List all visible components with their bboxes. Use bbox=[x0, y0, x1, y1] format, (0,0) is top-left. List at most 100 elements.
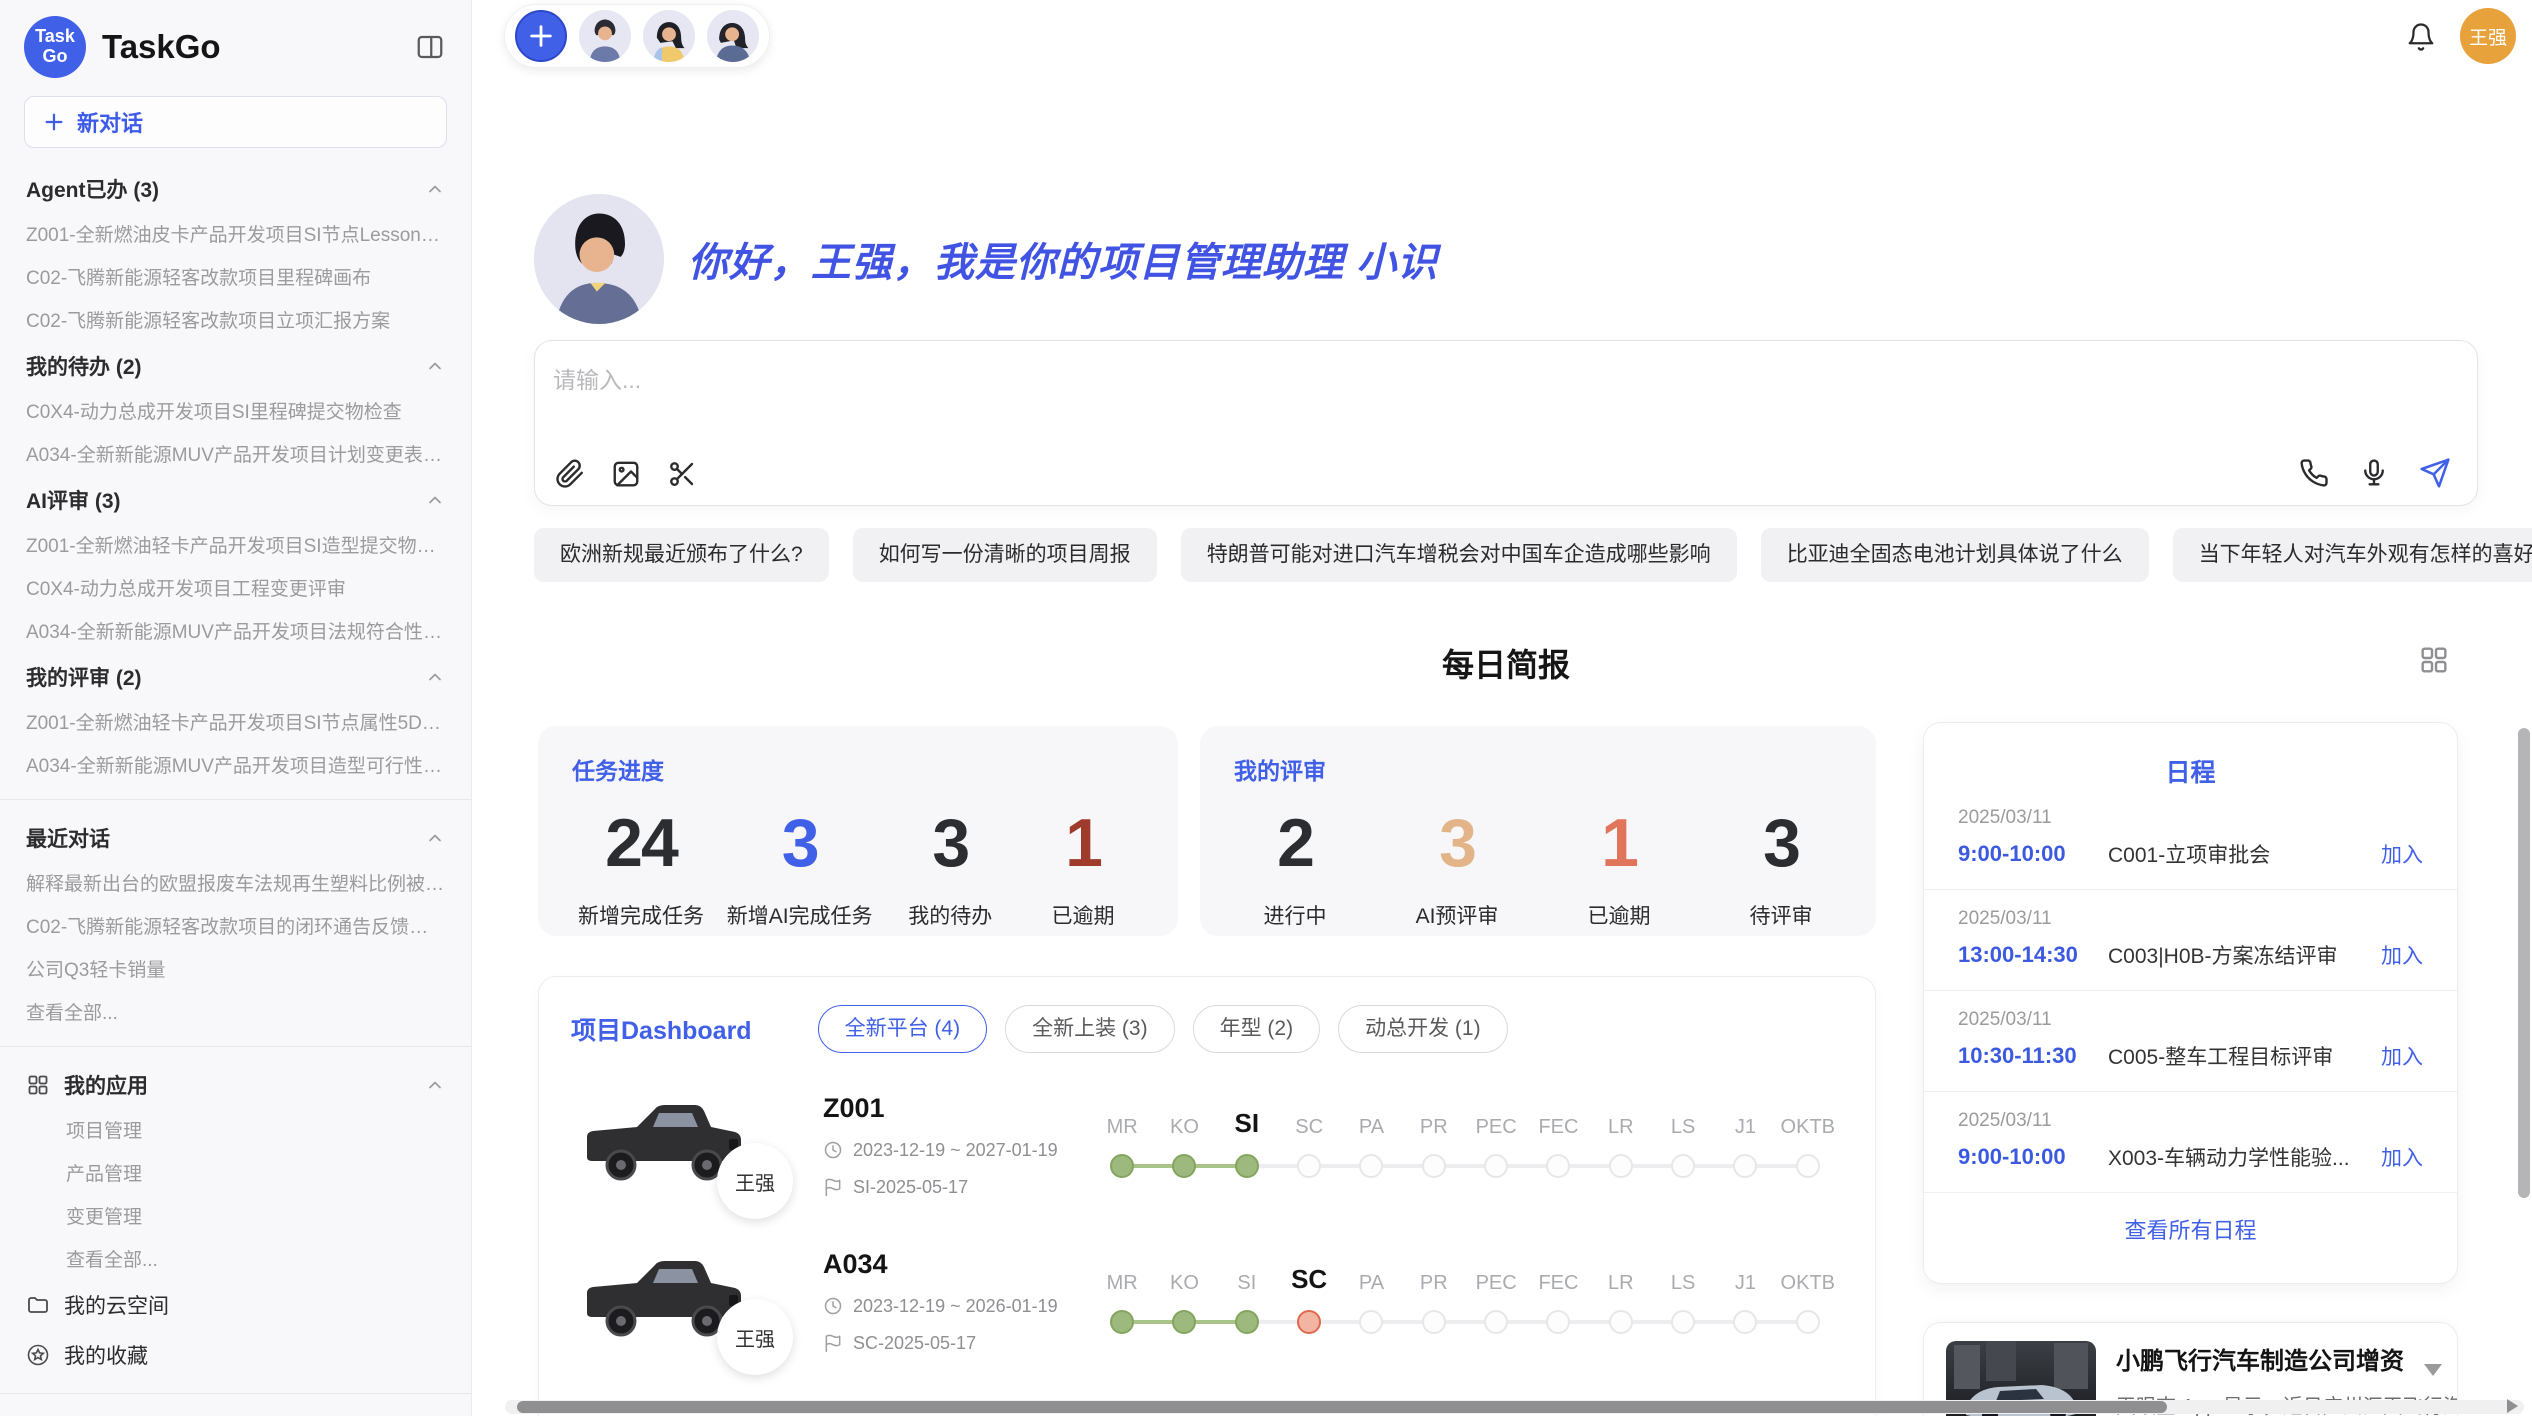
join-link[interactable]: 加入 bbox=[2381, 940, 2423, 970]
user-avatar[interactable]: 王强 bbox=[2460, 8, 2516, 64]
view-all-schedule-link[interactable]: 查看所有日程 bbox=[1924, 1213, 2457, 1245]
sidebar-task-item[interactable]: A034-全新新能源MUV产品开发项目造型可行性评审 bbox=[0, 743, 471, 786]
recent-chat-item[interactable]: 公司Q3轻卡销量 bbox=[0, 947, 471, 990]
milestone-node-KO[interactable] bbox=[1172, 1154, 1196, 1178]
recent-chat-item[interactable]: 查看全部... bbox=[0, 990, 471, 1033]
milestone-node-FEC[interactable] bbox=[1546, 1310, 1570, 1334]
sidebar-task-item[interactable]: Z001-全新燃油轻卡产品开发项目SI节点属性5D文件评审 bbox=[0, 700, 471, 743]
app-logo[interactable]: Task Go bbox=[24, 16, 86, 78]
chevron-up-icon[interactable] bbox=[425, 828, 445, 848]
join-link[interactable]: 加入 bbox=[2381, 1142, 2423, 1172]
sidebar-group-header: 我的待办 (2) bbox=[0, 341, 471, 389]
recent-chat-item[interactable]: C02-飞腾新能源轻客改款项目的闭环通告反馈情况 bbox=[0, 904, 471, 947]
milestone-node-OKTB[interactable] bbox=[1796, 1154, 1820, 1178]
app-item[interactable]: 产品管理 bbox=[0, 1151, 471, 1194]
schedule-event[interactable]: 2025/03/119:00-10:00X003-车辆动力学性能验...加入 bbox=[1924, 1092, 2457, 1193]
app-item[interactable]: 查看全部... bbox=[0, 1237, 471, 1280]
scroll-down-arrow[interactable] bbox=[2424, 1364, 2442, 1376]
milestone-node-MR[interactable] bbox=[1110, 1154, 1134, 1178]
milestone-node-LS[interactable] bbox=[1671, 1310, 1695, 1334]
dashboard-tab[interactable]: 全新平台 (4) bbox=[818, 1005, 988, 1053]
milestone-node-KO[interactable] bbox=[1172, 1310, 1196, 1334]
sidebar-task-item[interactable]: C02-飞腾新能源轻客改款项目里程碑画布 bbox=[0, 255, 471, 298]
project-code[interactable]: Z001 bbox=[823, 1093, 1063, 1124]
new-chat-button[interactable]: 新对话 bbox=[24, 96, 447, 148]
agent-avatar-1[interactable] bbox=[579, 10, 631, 62]
chevron-up-icon[interactable] bbox=[425, 356, 445, 376]
event-time: 9:00-10:00 bbox=[1958, 1144, 2108, 1170]
milestone-node-SI[interactable] bbox=[1235, 1310, 1259, 1334]
briefing-layout-icon[interactable] bbox=[2418, 644, 2450, 676]
event-row: 9:00-10:00X003-车辆动力学性能验...加入 bbox=[1958, 1142, 2423, 1172]
suggestion-chip[interactable]: 欧洲新规最近颁布了什么? bbox=[534, 528, 829, 582]
suggestion-chip[interactable]: 特朗普可能对进口汽车增税会对中国车企造成哪些影响 bbox=[1181, 528, 1737, 582]
milestone-node-PEC[interactable] bbox=[1484, 1310, 1508, 1334]
notifications-bell-icon[interactable] bbox=[2406, 22, 2436, 52]
sidebar-task-item[interactable]: A034-全新新能源MUV产品开发项目法规符合性评审 bbox=[0, 609, 471, 652]
apps-grid-icon bbox=[26, 1073, 50, 1097]
sidebar-shortcuts: 我的云空间我的收藏 bbox=[0, 1280, 471, 1380]
sidebar-task-item[interactable]: C0X4-动力总成开发项目SI里程碑提交物检查 bbox=[0, 389, 471, 432]
milestone-node-SC[interactable] bbox=[1297, 1154, 1321, 1178]
sidebar-collapse-icon[interactable] bbox=[413, 30, 447, 64]
scissors-icon[interactable] bbox=[667, 459, 697, 489]
send-icon[interactable] bbox=[2419, 457, 2451, 489]
milestone-node-LR[interactable] bbox=[1609, 1310, 1633, 1334]
app-item[interactable]: 项目管理 bbox=[0, 1108, 471, 1151]
recent-chat-item[interactable]: 解释最新出台的欧盟报废车法规再生塑料比例被调至15%... bbox=[0, 861, 471, 904]
suggestion-chip[interactable]: 比亚迪全固态电池计划具体说了什么 bbox=[1761, 528, 2149, 582]
milestone-node-PEC[interactable] bbox=[1484, 1154, 1508, 1178]
milestone-node-MR[interactable] bbox=[1110, 1310, 1134, 1334]
milestone-node-PR[interactable] bbox=[1422, 1310, 1446, 1334]
milestone-node-OKTB[interactable] bbox=[1796, 1310, 1820, 1334]
milestone-node-SC[interactable] bbox=[1297, 1310, 1321, 1334]
agent-avatar-2[interactable] bbox=[643, 10, 695, 62]
chat-input[interactable] bbox=[553, 355, 2459, 405]
milestone-node-LR[interactable] bbox=[1609, 1154, 1633, 1178]
sidebar-item-AI超级员工[interactable]: AI超级员工 bbox=[0, 1407, 471, 1416]
milestone-node-J1[interactable] bbox=[1733, 1310, 1757, 1334]
timeline-track bbox=[1091, 1303, 1839, 1341]
schedule-event[interactable]: 2025/03/1110:30-11:30C005-整车工程目标评审加入 bbox=[1924, 991, 2457, 1092]
sidebar-task-item[interactable]: C0X4-动力总成开发项目工程变更评审 bbox=[0, 566, 471, 609]
dashboard-tab[interactable]: 全新上装 (3) bbox=[1005, 1005, 1175, 1053]
milestone-node-FEC[interactable] bbox=[1546, 1154, 1570, 1178]
sidebar-task-item[interactable]: C02-飞腾新能源轻客改款项目立项汇报方案 bbox=[0, 298, 471, 341]
image-icon[interactable] bbox=[611, 459, 641, 489]
milestone-node-J1[interactable] bbox=[1733, 1154, 1757, 1178]
suggestion-chip[interactable]: 如何写一份清晰的项目周报 bbox=[853, 528, 1157, 582]
milestone-node-SI[interactable] bbox=[1235, 1154, 1259, 1178]
milestone-node-PR[interactable] bbox=[1422, 1154, 1446, 1178]
attachment-icon[interactable] bbox=[555, 459, 585, 489]
chevron-up-icon[interactable] bbox=[425, 667, 445, 687]
agent-avatar-3[interactable] bbox=[707, 10, 759, 62]
chevron-up-icon[interactable] bbox=[425, 490, 445, 510]
scroll-right-arrow[interactable] bbox=[2507, 1399, 2518, 1413]
sidebar-task-item[interactable]: Z001-全新燃油轻卡产品开发项目SI造型提交物评审 bbox=[0, 523, 471, 566]
project-code[interactable]: A034 bbox=[823, 1249, 1063, 1280]
milestone-node-PA[interactable] bbox=[1359, 1154, 1383, 1178]
join-link[interactable]: 加入 bbox=[2381, 1041, 2423, 1071]
app-item[interactable]: 变更管理 bbox=[0, 1194, 471, 1237]
event-date: 2025/03/11 bbox=[1958, 908, 2423, 930]
sidebar-task-item[interactable]: Z001-全新燃油皮卡产品开发项目SI节点Lesson Learn报告 bbox=[0, 212, 471, 255]
microphone-icon[interactable] bbox=[2359, 458, 2389, 488]
add-session-button[interactable] bbox=[515, 10, 567, 62]
horizontal-scrollbar-thumb[interactable] bbox=[517, 1401, 2167, 1413]
sidebar-item-我的收藏[interactable]: 我的收藏 bbox=[0, 1330, 471, 1380]
dashboard-tab[interactable]: 年型 (2) bbox=[1193, 1005, 1321, 1053]
milestone-node-LS[interactable] bbox=[1671, 1154, 1695, 1178]
chevron-up-icon[interactable] bbox=[425, 1075, 445, 1095]
schedule-event[interactable]: 2025/03/119:00-10:00C001-立项审批会加入 bbox=[1924, 789, 2457, 890]
chevron-up-icon[interactable] bbox=[425, 179, 445, 199]
sidebar-task-item[interactable]: A034-全新新能源MUV产品开发项目计划变更表编写 bbox=[0, 432, 471, 475]
vertical-scrollbar-thumb[interactable] bbox=[2518, 728, 2530, 1198]
join-link[interactable]: 加入 bbox=[2381, 839, 2423, 869]
schedule-event[interactable]: 2025/03/1113:00-14:30C003|H0B-方案冻结评审加入 bbox=[1924, 890, 2457, 991]
horizontal-scrollbar-track[interactable] bbox=[505, 1400, 2524, 1414]
suggestion-chip[interactable]: 当下年轻人对汽车外观有怎样的喜好趋势 bbox=[2173, 528, 2532, 582]
phone-call-icon[interactable] bbox=[2299, 458, 2329, 488]
dashboard-tab[interactable]: 动总开发 (1) bbox=[1338, 1005, 1508, 1053]
milestone-node-PA[interactable] bbox=[1359, 1310, 1383, 1334]
sidebar-item-我的云空间[interactable]: 我的云空间 bbox=[0, 1280, 471, 1330]
